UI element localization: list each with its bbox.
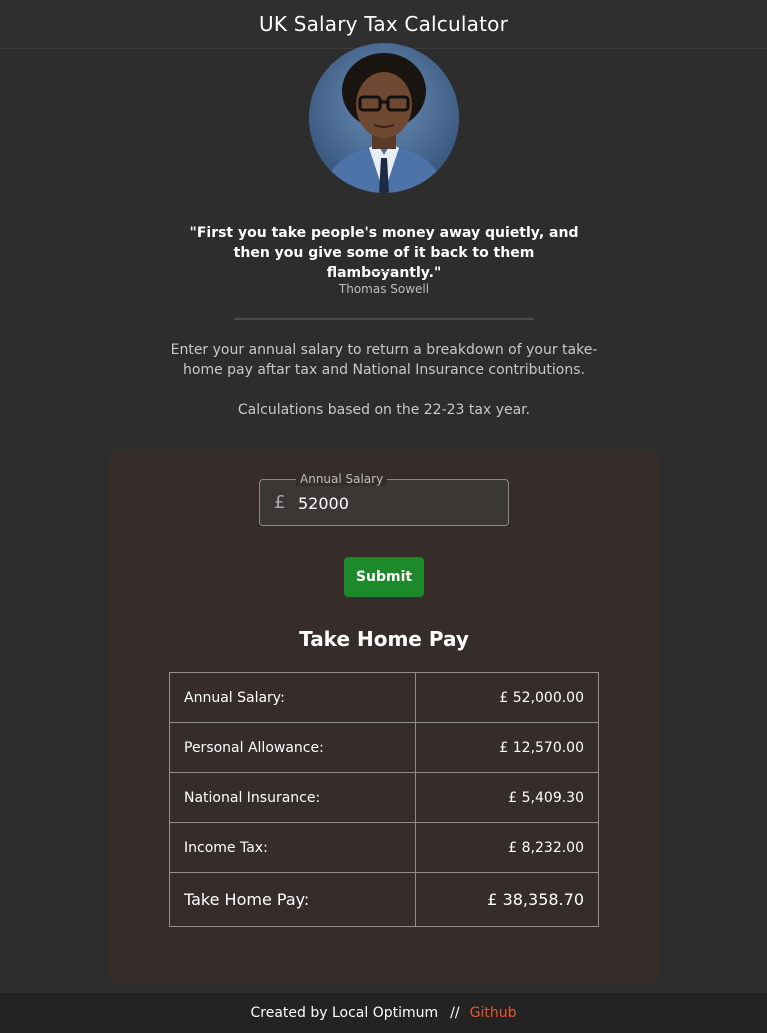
pound-sign-icon: £ (274, 492, 286, 513)
intro-text: Enter your annual salary to return a bre… (170, 342, 598, 378)
person-portrait-icon (309, 43, 459, 193)
row-label: Annual Salary: (169, 672, 416, 723)
quote-author: Thomas Sowell (338, 282, 430, 296)
submit-button[interactable]: Submit (344, 557, 424, 597)
annual-salary-field[interactable]: Annual Salary £ (259, 472, 509, 526)
footer: Created by Local Optimum // Github (0, 993, 767, 1033)
annual-salary-input[interactable] (298, 491, 498, 515)
quote-text: "First you take people's money away quie… (189, 225, 579, 281)
row-value: £ 5,409.30 (414, 772, 600, 823)
total-label: Take Home Pay: (169, 872, 416, 927)
table-row: Income Tax: £ 8,232.00 (169, 822, 600, 873)
results-table: Annual Salary: £ 52,000.00 Personal Allo… (169, 672, 600, 927)
row-value: £ 12,570.00 (414, 722, 600, 773)
row-label: Income Tax: (169, 822, 416, 873)
section-divider (234, 318, 534, 320)
results-title: Take Home Pay (299, 627, 469, 651)
table-row: Annual Salary: £ 52,000.00 (169, 672, 600, 723)
top-app-bar: UK Salary Tax Calculator (0, 0, 767, 49)
row-value: £ 52,000.00 (414, 672, 600, 723)
page-title: UK Salary Tax Calculator (258, 12, 508, 36)
total-row: Take Home Pay: £ 38,358.70 (169, 872, 600, 927)
app-root: UK Salary Tax Calculator "First you take… (0, 0, 767, 1033)
github-link[interactable]: Github (470, 1005, 517, 1021)
author-portrait (309, 43, 459, 193)
annual-salary-label: Annual Salary (296, 472, 388, 486)
quote-divider (373, 271, 394, 272)
total-value: £ 38,358.70 (414, 872, 600, 927)
row-label: National Insurance: (169, 772, 416, 823)
table-row: Personal Allowance: £ 12,570.00 (169, 722, 600, 773)
tax-year-note: Calculations based on the 22-23 tax year… (237, 402, 531, 418)
row-label: Personal Allowance: (169, 722, 416, 773)
row-value: £ 8,232.00 (414, 822, 600, 873)
calculator-card: Annual Salary £ Submit Take Home Pay Ann… (109, 449, 659, 985)
footer-credit: Created by Local Optimum (250, 1005, 439, 1021)
footer-separator: // (450, 1005, 460, 1021)
table-row: National Insurance: £ 5,409.30 (169, 772, 600, 823)
